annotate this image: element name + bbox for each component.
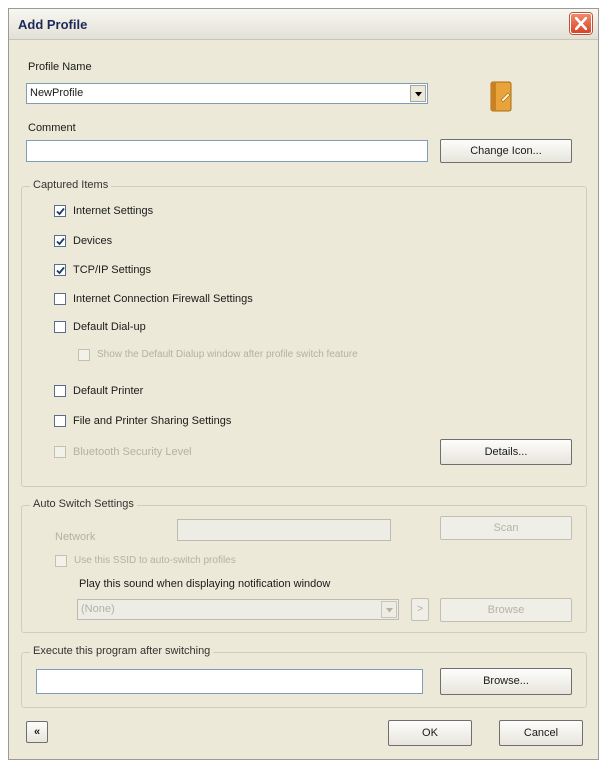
tcpip-settings-label: TCP/IP Settings [73,264,152,276]
profile-name-dropdown-button[interactable] [410,85,426,102]
scan-button[interactable]: Scan [440,516,572,540]
file-printer-sharing-checkbox[interactable] [54,415,66,427]
profile-name-label: Profile Name [28,61,92,73]
bluetooth-security-label: Bluetooth Security Level [73,446,192,458]
use-ssid-label: Use this SSID to auto-switch profiles [74,555,236,566]
execute-program-title: Execute this program after switching [30,645,214,657]
bluetooth-security-checkbox[interactable] [54,446,66,458]
profile-name-value: NewProfile [30,87,84,99]
auto-switch-title: Auto Switch Settings [30,498,137,510]
title-bar[interactable]: Add Profile [9,9,598,40]
close-icon [575,17,587,30]
add-profile-dialog: Add Profile Profile Name NewProfile Comm… [8,8,599,760]
tcpip-settings-checkbox[interactable] [54,264,66,276]
sound-browse-button-label: Browse [487,604,525,616]
ok-button-label: OK [422,727,438,739]
captured-items-title: Captured Items [30,179,112,191]
devices-label: Devices [73,235,113,247]
details-button[interactable]: Details... [440,439,572,465]
cancel-button-label: Cancel [523,727,559,739]
default-dialup-checkbox[interactable] [54,321,66,333]
network-label: Network [55,531,96,543]
use-ssid-checkbox[interactable] [55,555,67,567]
folder-icon [490,81,512,112]
network-input[interactable] [177,519,391,541]
firewall-settings-label: Internet Connection Firewall Settings [73,293,253,305]
file-printer-sharing-label: File and Printer Sharing Settings [73,415,232,427]
execute-browse-button[interactable]: Browse... [440,668,572,695]
collapse-button-label: « [33,726,41,738]
check-icon [56,237,65,246]
play-sound-button-label: > [416,603,424,615]
change-icon-button[interactable]: Change Icon... [440,139,572,163]
sound-browse-button[interactable]: Browse [440,598,572,622]
profile-name-dropdown[interactable]: NewProfile [26,83,428,104]
internet-settings-checkbox[interactable] [54,205,66,217]
collapse-button[interactable]: « [26,721,48,743]
default-printer-label: Default Printer [73,385,144,397]
chevron-down-icon [386,608,393,613]
show-dialup-window-checkbox[interactable] [78,349,90,361]
execute-browse-button-label: Browse... [483,675,529,687]
cancel-button[interactable]: Cancel [499,720,583,746]
default-printer-checkbox[interactable] [54,385,66,397]
change-icon-button-label: Change Icon... [470,145,542,157]
sound-dropdown-button[interactable] [381,601,397,618]
sound-label: Play this sound when displaying notifica… [79,578,331,590]
sound-value: (None) [81,603,115,615]
devices-checkbox[interactable] [54,235,66,247]
window-title: Add Profile [18,17,88,32]
execute-program-input[interactable] [36,669,423,694]
sound-dropdown[interactable]: (None) [77,599,399,620]
chevron-down-icon [415,92,422,97]
play-sound-button[interactable]: > [411,598,429,621]
check-icon [56,266,65,275]
internet-settings-label: Internet Settings [73,205,154,217]
comment-label: Comment [28,122,76,134]
scan-button-label: Scan [493,522,519,534]
close-button[interactable] [570,13,592,34]
details-button-label: Details... [484,446,528,458]
ok-button[interactable]: OK [388,720,472,746]
show-dialup-window-label: Show the Default Dialup window after pro… [97,349,358,360]
firewall-settings-checkbox[interactable] [54,293,66,305]
default-dialup-label: Default Dial-up [73,321,146,333]
check-icon [56,207,65,216]
comment-input[interactable] [26,140,428,162]
